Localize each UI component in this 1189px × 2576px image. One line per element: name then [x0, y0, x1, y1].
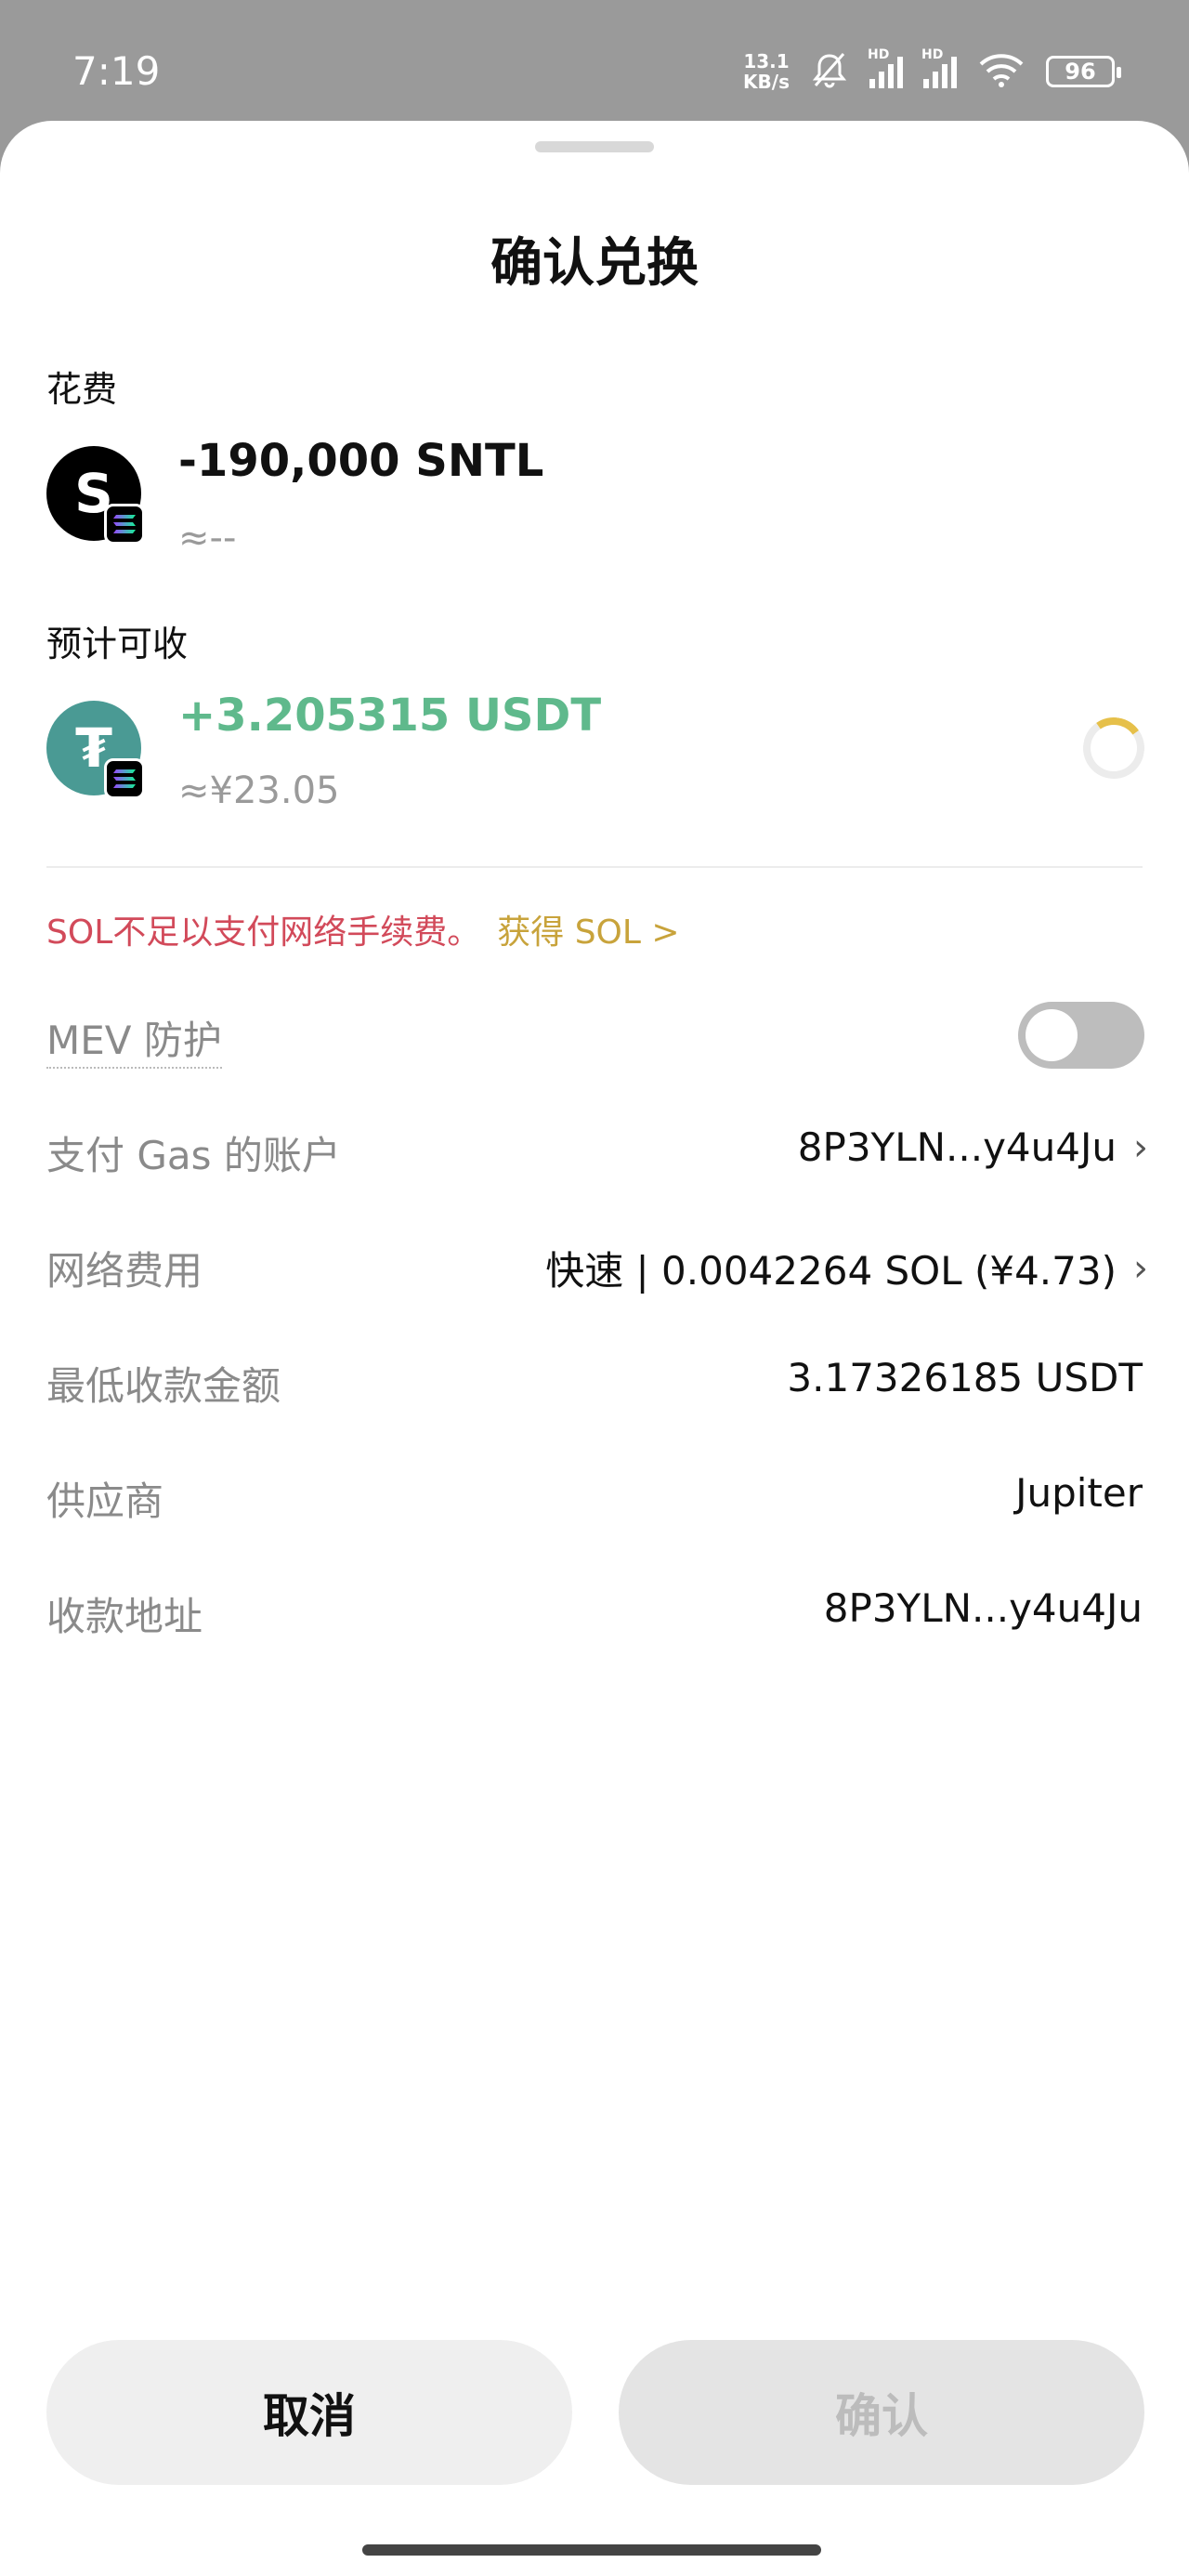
- solana-badge-icon: [104, 504, 145, 545]
- receive-address-label: 收款地址: [46, 1594, 203, 1639]
- mev-protection-label[interactable]: MEV 防护: [46, 1018, 222, 1069]
- battery-icon: 96: [1046, 56, 1121, 87]
- chevron-right-icon: ›: [1133, 1125, 1148, 1169]
- status-bar: 7:19 13.1 KB/s HD HD 96: [0, 0, 1189, 130]
- receive-label: 预计可收: [46, 624, 189, 664]
- min-receive-label: 最低收款金额: [46, 1363, 281, 1409]
- signal-icon: HD: [921, 47, 957, 88]
- status-icons: 13.1 KB/s HD HD 96: [743, 47, 1121, 93]
- mev-protection-row: MEV 防护: [46, 1009, 222, 1069]
- provider-label: 供应商: [46, 1479, 164, 1524]
- min-receive-value: 3.17326185 USDT: [787, 1355, 1143, 1400]
- insufficient-sol-warning: SOL不足以支付网络手续费。 获得 SOL >: [46, 913, 680, 952]
- gas-account-value: 8P3YLN...y4u4Ju: [797, 1124, 1117, 1170]
- confirm-button[interactable]: 确认: [619, 2340, 1144, 2485]
- wifi-icon: [977, 51, 1026, 92]
- chevron-right-icon: ›: [1133, 1246, 1148, 1290]
- provider-value: Jupiter: [1015, 1470, 1143, 1516]
- home-indicator[interactable]: [362, 2544, 821, 2556]
- mev-protection-toggle[interactable]: [1018, 1002, 1144, 1069]
- signal-icon: HD: [868, 47, 903, 88]
- receive-fiat: ≈¥23.05: [178, 769, 340, 812]
- gas-account-label: 支付 Gas 的账户: [46, 1133, 341, 1178]
- network-speed: 13.1 KB/s: [743, 50, 790, 93]
- spend-amount: -190,000 SNTL: [178, 435, 544, 487]
- solana-badge-icon: [104, 758, 145, 799]
- divider: [46, 866, 1143, 868]
- status-time: 7:19: [72, 48, 161, 94]
- sntl-token-icon: S: [46, 446, 145, 545]
- spend-label: 花费: [46, 369, 118, 410]
- usdt-token-icon: ₮: [46, 701, 145, 799]
- gas-account-row[interactable]: 8P3YLN...y4u4Ju ›: [797, 1124, 1148, 1170]
- network-fee-value: 快速 | 0.0042264 SOL (¥4.73): [545, 1248, 1117, 1294]
- network-fee-label: 网络费用: [46, 1248, 203, 1294]
- mute-icon: [810, 50, 849, 93]
- get-sol-link[interactable]: 获得 SOL >: [497, 913, 679, 952]
- spend-fiat: ≈--: [178, 517, 237, 559]
- receive-amount: +3.205315 USDT: [178, 690, 602, 742]
- receive-address-value: 8P3YLN...y4u4Ju: [823, 1585, 1143, 1631]
- confirm-swap-sheet: 确认兑换: [0, 121, 1189, 2576]
- page-title: 确认兑换: [490, 233, 699, 294]
- cancel-button[interactable]: 取消: [46, 2340, 572, 2485]
- toggle-knob: [1026, 1009, 1078, 1061]
- network-fee-row[interactable]: 快速 | 0.0042264 SOL (¥4.73) ›: [545, 1240, 1148, 1296]
- sheet-drag-handle[interactable]: [535, 141, 654, 152]
